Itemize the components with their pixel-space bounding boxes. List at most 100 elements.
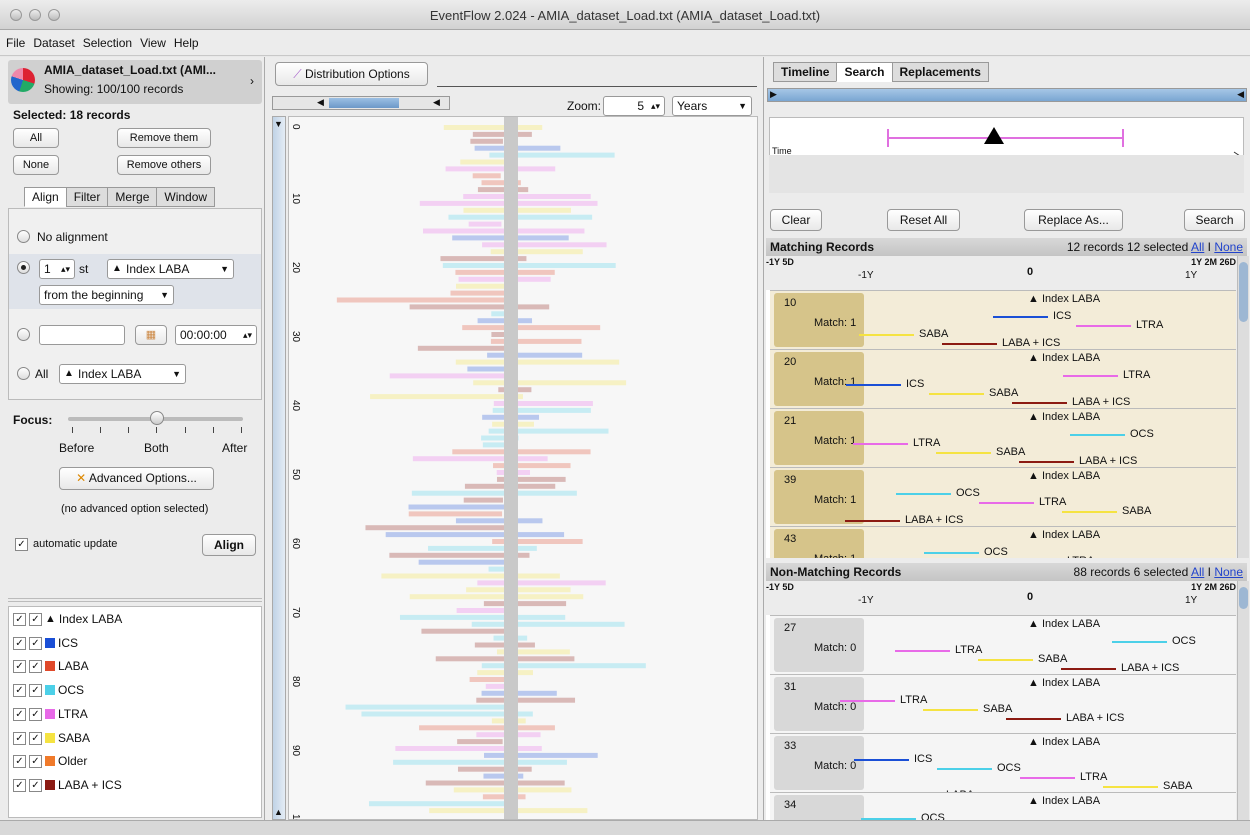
all-radio[interactable] xyxy=(17,367,30,380)
event-interval[interactable] xyxy=(993,316,1048,318)
event-band[interactable] xyxy=(393,759,567,765)
event-interval[interactable] xyxy=(1062,511,1117,513)
event-band[interactable] xyxy=(370,394,523,400)
event-band[interactable] xyxy=(442,263,616,268)
event-band[interactable] xyxy=(409,594,584,600)
event-band[interactable] xyxy=(477,187,529,193)
vertical-scrollbar[interactable]: ▼ ▲ xyxy=(272,116,286,820)
legend-item[interactable]: ✓ ✓ Older xyxy=(13,751,87,771)
event-interval[interactable] xyxy=(1020,777,1075,779)
align-button[interactable]: Align xyxy=(202,534,256,556)
event-interval[interactable] xyxy=(1012,402,1067,404)
event-interval[interactable] xyxy=(923,709,978,711)
legend-item[interactable]: ✓ ✓ ▲ Index LABA xyxy=(13,609,122,629)
nonmatching-list[interactable]: 27 Match: 0 ▲ Index LABA OCS LTRA SABA LABA + … xyxy=(766,615,1236,820)
tab-merge[interactable]: Merge xyxy=(107,187,158,207)
record-row[interactable]: 21 Match: 1 ▲ Index LABA OCS LTRA SABA LABA + … xyxy=(770,408,1236,467)
record-row[interactable]: 31 Match: 0 ▲ Index LABA LTRA SABA LABA + ICS xyxy=(770,674,1236,733)
event-interval[interactable] xyxy=(895,650,950,652)
event-interval[interactable] xyxy=(1070,434,1125,436)
record-row[interactable]: 39 Match: 1 ▲ Index LABA OCS LTRA SABA LABA + … xyxy=(770,467,1236,526)
event-interval[interactable] xyxy=(853,443,908,445)
event-band[interactable] xyxy=(345,704,508,710)
event-interval[interactable] xyxy=(1019,461,1074,463)
event-band[interactable] xyxy=(471,621,625,627)
event-interval[interactable] xyxy=(1103,786,1158,788)
event-band[interactable] xyxy=(425,780,565,786)
distribution-options-button[interactable]: ⟋ Distribution Options xyxy=(275,62,428,86)
event-band[interactable] xyxy=(484,752,598,758)
select-none-button[interactable]: None xyxy=(13,155,59,175)
event-band[interactable] xyxy=(472,173,501,179)
matching-all-link[interactable]: All xyxy=(1191,240,1204,254)
tab-replacements[interactable]: Replacements xyxy=(891,62,989,82)
event-band[interactable] xyxy=(477,580,606,586)
event-select[interactable]: ▲ Index LABA ▼ xyxy=(107,259,234,279)
tab-align[interactable]: Align xyxy=(24,187,67,207)
date-input[interactable] xyxy=(39,325,125,345)
event-band[interactable] xyxy=(368,801,510,807)
event-band[interactable] xyxy=(411,490,577,496)
record-row[interactable]: 27 Match: 0 ▲ Index LABA OCS LTRA SABA LABA + … xyxy=(770,615,1236,674)
event-band[interactable] xyxy=(336,297,512,303)
event-band[interactable] xyxy=(452,449,591,455)
event-band[interactable] xyxy=(399,614,566,620)
event-band[interactable] xyxy=(408,504,509,510)
legend-item[interactable]: ✓ ✓ LTRA xyxy=(13,704,88,724)
event-band[interactable] xyxy=(463,194,591,199)
tab-filter[interactable]: Filter xyxy=(65,187,109,207)
event-band[interactable] xyxy=(409,304,550,310)
select-all-button[interactable]: All xyxy=(13,128,59,148)
event-band[interactable] xyxy=(448,214,593,220)
event-band[interactable] xyxy=(487,352,583,358)
zoom-unit-select[interactable]: Years ▼ xyxy=(672,96,752,116)
search-button[interactable]: Search xyxy=(1184,209,1245,231)
event-distribution-view[interactable] xyxy=(288,116,758,820)
event-band[interactable] xyxy=(476,697,576,703)
event-interval[interactable] xyxy=(1076,325,1131,327)
clear-button[interactable]: Clear xyxy=(770,209,822,231)
event-band[interactable] xyxy=(455,518,543,524)
event-interval[interactable] xyxy=(845,520,900,522)
from-select[interactable]: from the beginning ▼ xyxy=(39,285,174,305)
event-interval[interactable] xyxy=(1063,375,1118,377)
event-band[interactable] xyxy=(417,345,511,351)
event-band[interactable] xyxy=(389,373,516,379)
tab-search[interactable]: Search xyxy=(836,62,893,82)
nonmatching-none-link[interactable]: None xyxy=(1214,565,1243,579)
record-row[interactable]: 34Match: 0▲ Index LABAOCS xyxy=(770,792,1236,820)
event-interval[interactable] xyxy=(854,759,909,761)
all-event-select[interactable]: ▲ Index LABA ▼ xyxy=(59,364,186,384)
event-band[interactable] xyxy=(472,131,532,137)
event-band[interactable] xyxy=(457,739,503,745)
time-radio[interactable] xyxy=(17,328,30,341)
menu-view[interactable]: View xyxy=(140,36,166,55)
legend-item[interactable]: ✓ ✓ LABA + ICS xyxy=(13,775,122,795)
event-interval[interactable] xyxy=(929,393,984,395)
event-interval[interactable] xyxy=(979,502,1034,504)
event-interval[interactable] xyxy=(846,384,901,386)
legend-item[interactable]: ✓ ✓ OCS xyxy=(13,680,84,700)
record-row[interactable]: 20 Match: 1 ▲ Index LABA LTRA ICS SABA LABA + … xyxy=(770,349,1236,408)
event-band[interactable] xyxy=(482,442,505,448)
event-band[interactable] xyxy=(469,677,510,682)
record-row[interactable]: 33Match: 0▲ Index LABAICSOCSLTRASABALABA xyxy=(770,733,1236,801)
event-band[interactable] xyxy=(381,573,560,579)
reset-all-button[interactable]: Reset All xyxy=(887,209,960,231)
matching-list[interactable]: 10 Match: 1 ▲ Index LABA ICS LTRA SABA LABA + … xyxy=(766,290,1236,558)
event-band[interactable] xyxy=(462,325,601,331)
menu-dataset[interactable]: Dataset xyxy=(33,36,74,55)
event-interval[interactable] xyxy=(937,768,992,770)
remove-others-button[interactable]: Remove others xyxy=(117,155,211,175)
tab-window[interactable]: Window xyxy=(156,187,216,207)
event-band[interactable] xyxy=(422,228,585,234)
event-band[interactable] xyxy=(468,221,502,227)
event-band[interactable] xyxy=(473,380,627,386)
event-band[interactable] xyxy=(408,511,503,517)
auto-update-checkbox[interactable]: ✓ xyxy=(15,538,28,551)
event-band[interactable] xyxy=(466,587,571,593)
event-interval[interactable] xyxy=(840,700,895,702)
event-interval[interactable] xyxy=(859,334,914,336)
event-interval[interactable] xyxy=(936,452,991,454)
event-interval[interactable] xyxy=(924,552,979,554)
